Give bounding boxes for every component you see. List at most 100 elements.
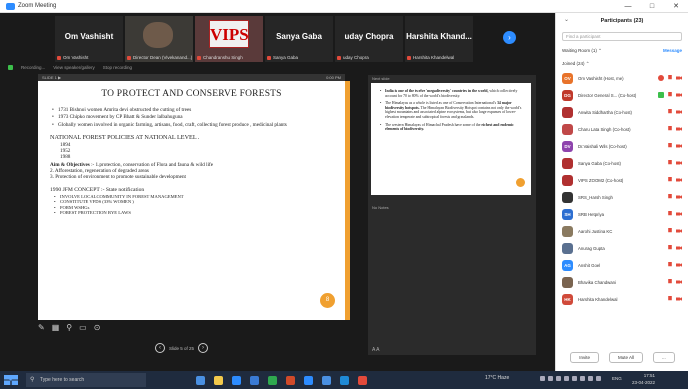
participant-row[interactable]: Anwita Siddhartha (Co-host) <box>556 104 688 121</box>
taskbar-app-icon[interactable] <box>268 375 277 385</box>
more-options-icon[interactable]: ⊙ <box>94 323 101 332</box>
taskbar-app-icon[interactable] <box>214 375 223 385</box>
slide-counter: Slide 5 of 25 <box>169 345 195 351</box>
participant-row[interactable]: OV Om Vashisht (Host, me) <box>556 70 688 87</box>
muted-mic-icon <box>668 262 672 267</box>
jfm-item: FOREST PROTECTION BYE LAWS <box>50 210 333 216</box>
participant-status-icons <box>667 211 682 217</box>
muted-mic-icon <box>337 55 341 60</box>
policy-year: 1988 <box>60 153 71 160</box>
participant-row[interactable]: DV Dr.Vaishali Wils (Co-host) <box>556 138 688 155</box>
participant-name: Sanya Gaba (Co-host) <box>578 161 621 166</box>
participant-row[interactable]: Sanya Gaba (Co-host) <box>556 155 688 172</box>
invite-button[interactable]: Invite <box>570 352 599 363</box>
maximize-button[interactable]: □ <box>640 0 664 13</box>
participant-search-input[interactable]: Find a participant <box>562 32 682 41</box>
muted-mic-icon <box>197 55 201 60</box>
tray-icon[interactable] <box>588 376 593 381</box>
taskbar-clock[interactable]: 17:51 23-04-2022 <box>632 373 655 386</box>
participant-row[interactable]: Bhavika Chandwani <box>556 274 688 291</box>
gallery-next-button[interactable]: › <box>503 31 516 44</box>
video-tile-sanya-gaba[interactable]: Sanya Gaba Sanya Gaba <box>265 16 333 62</box>
muted-mic-icon <box>668 126 672 131</box>
presenter-tools: ✎ ▦ ⚲ ▭ ⊙ <box>38 323 100 332</box>
preview-bullet: The Himalayas as a whole is listed as on… <box>379 101 523 119</box>
tray-icon[interactable] <box>540 376 545 381</box>
vips-logo: VIPS <box>209 20 249 48</box>
tray-icon[interactable] <box>580 376 585 381</box>
video-tile-harshita[interactable]: Harshita Khand... Harshita Khandelwal <box>405 16 473 62</box>
slide-indicator: SLIDE 1 ▶ <box>42 75 62 80</box>
taskbar-app-icon[interactable] <box>196 375 205 385</box>
tray-icon[interactable] <box>548 376 553 381</box>
participant-row[interactable]: Charu Lata Singh (Co-host) <box>556 121 688 138</box>
shared-screen: SLIDE 1 ▶ 0:00 PM TO PROTECT AND CONSERV… <box>38 74 345 320</box>
more-button[interactable]: ... <box>653 352 675 363</box>
participant-status-icons <box>667 126 682 132</box>
participant-row[interactable]: AG Anshit Goel <box>556 257 688 274</box>
participant-status-icons <box>667 262 682 268</box>
video-tile-director[interactable]: Director Dean (Vivekanand...) <box>125 16 193 62</box>
avatar <box>562 124 573 135</box>
tray-icon[interactable] <box>572 376 577 381</box>
taskbar-app-icon[interactable] <box>340 375 349 385</box>
chevron-down-icon[interactable]: ⌄ <box>564 16 569 23</box>
window-title: Zoom Meeting <box>18 3 57 9</box>
participant-row[interactable]: HK Harshita Khandelwal <box>556 291 688 308</box>
subtitles-icon[interactable]: ▭ <box>79 323 87 332</box>
participant-row[interactable]: SH SRB Hetpriya <box>556 206 688 223</box>
previous-slide-button[interactable]: ‹ <box>155 343 165 353</box>
participant-status-icons <box>667 245 682 251</box>
avatar <box>562 243 573 254</box>
mute-all-button[interactable]: Mute All <box>608 352 643 363</box>
taskbar-app-icon[interactable] <box>250 375 259 385</box>
tray-icon[interactable] <box>564 376 569 381</box>
minimize-button[interactable]: — <box>616 0 640 13</box>
muted-mic-icon <box>668 296 672 301</box>
zoom-magnifier-icon[interactable]: ⚲ <box>66 323 72 332</box>
next-slide-button[interactable]: › <box>198 343 209 353</box>
weather-widget[interactable]: 17°C Haze <box>485 375 509 381</box>
muted-mic-icon <box>668 279 672 284</box>
taskbar-app-icon[interactable] <box>232 375 241 385</box>
slide-bullet: Globally women involved in organic farmi… <box>50 122 333 129</box>
font-size-controls[interactable]: A A <box>372 347 380 353</box>
video-off-icon <box>676 246 682 250</box>
video-off-icon <box>676 161 682 165</box>
taskbar-app-icon[interactable] <box>304 375 313 385</box>
pen-icon[interactable]: ✎ <box>38 323 45 332</box>
current-slide: TO PROTECT AND CONSERVE FORESTS 1731 Bis… <box>38 81 345 320</box>
tray-icon[interactable] <box>596 376 601 381</box>
participant-status-icons <box>658 92 682 98</box>
stop-recording[interactable]: Stop recording <box>103 65 132 70</box>
shield-icon[interactable] <box>8 64 13 70</box>
message-button[interactable]: Message <box>663 48 682 54</box>
participant-row[interactable]: DG Director General S... (Co-host) <box>556 87 688 104</box>
participant-name: Anwita Siddhartha (Co-host) <box>578 110 632 115</box>
video-tile-uday-chopra[interactable]: uday Chopra uday Chopra <box>335 16 403 62</box>
recording-status[interactable]: Recording... <box>21 65 45 70</box>
next-slide-preview[interactable]: India is one of the twelve 'megadiversit… <box>371 83 531 195</box>
taskbar-search-input[interactable]: ⚲ Type here to search <box>26 373 146 387</box>
participant-row[interactable]: VIPS ZOOM2 (Co-host) <box>556 172 688 189</box>
participant-row[interactable]: SRS_Harsh Singh <box>556 189 688 206</box>
joined-section-label[interactable]: Joined (24) ⌃ <box>556 58 688 70</box>
taskbar-app-icon[interactable] <box>286 375 295 385</box>
taskbar-app-icon[interactable] <box>358 375 367 385</box>
muted-mic-icon <box>668 160 672 165</box>
participant-status-icons <box>667 194 682 200</box>
participant-row[interactable]: Anurag Gupta <box>556 240 688 257</box>
tray-icon[interactable] <box>556 376 561 381</box>
participant-row[interactable]: Aarohi Justina KC <box>556 223 688 240</box>
close-button[interactable]: ✕ <box>664 0 688 13</box>
video-off-icon <box>676 178 682 182</box>
language-indicator[interactable]: ENG <box>612 376 622 381</box>
muted-mic-icon <box>668 109 672 114</box>
view-toggle[interactable]: View speaker/gallery <box>53 65 94 70</box>
waiting-room-row[interactable]: Waiting Room (1) ⌃ Message <box>556 44 688 58</box>
windows-start-icon[interactable] <box>4 375 18 385</box>
video-tile-vips[interactable]: VIPS Chandranshu Singh <box>195 16 263 62</box>
slides-grid-icon[interactable]: ▦ <box>52 323 60 332</box>
taskbar-app-icon[interactable] <box>322 375 331 385</box>
video-tile-om-vashisht[interactable]: Om Vashisht Om Vashisht <box>55 16 123 62</box>
